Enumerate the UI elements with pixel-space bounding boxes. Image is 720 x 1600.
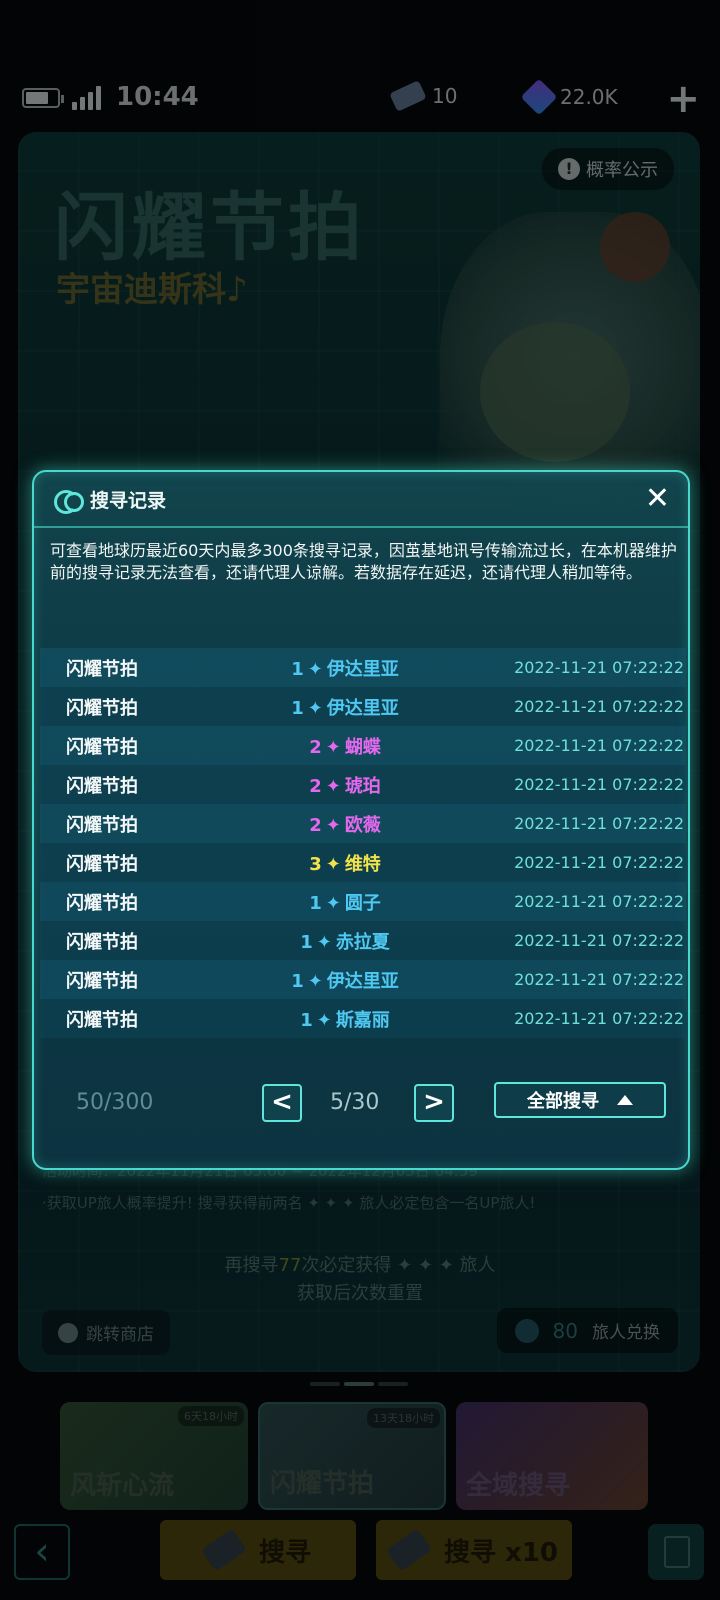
close-icon[interactable]: ✕ [645, 480, 670, 518]
table-row: 闪耀节拍 1 ✦ 伊达里亚 2022-11-21 07:22:22 [40, 960, 686, 999]
record-pool: 闪耀节拍 [66, 931, 138, 953]
record-name: 赤拉夏 [335, 931, 390, 953]
star-icon: ✦ [325, 853, 341, 875]
record-item: 1 ✦ 圆子 [230, 889, 460, 915]
dialog-footer: 50/300 < 5/30 > 全部搜寻 [34, 1082, 688, 1142]
record-name: 蝴蝶 [344, 736, 381, 758]
record-item: 1 ✦ 斯嘉丽 [230, 1006, 460, 1032]
table-row: 闪耀节拍 1 ✦ 圆子 2022-11-21 07:22:22 [40, 882, 686, 921]
record-item: 3 ✦ 维特 [230, 850, 460, 876]
record-rarity: 2 [309, 775, 322, 797]
record-time: 2022-11-21 07:22:22 [514, 931, 684, 950]
record-name: 维特 [344, 853, 381, 875]
record-pool: 闪耀节拍 [66, 697, 138, 719]
star-icon: ✦ [307, 658, 323, 680]
record-rarity: 1 [291, 658, 304, 680]
table-row: 闪耀节拍 1 ✦ 赤拉夏 2022-11-21 07:22:22 [40, 921, 686, 960]
record-time: 2022-11-21 07:22:22 [514, 1009, 684, 1028]
record-time: 2022-11-21 07:22:22 [514, 892, 684, 911]
record-rarity: 1 [300, 1009, 313, 1031]
search-record-dialog: 搜寻记录 ✕ 可查看地球历最近60天内最多300条搜寻记录，因茧基地讯号传输流过… [32, 470, 690, 1170]
record-rarity: 2 [309, 814, 322, 836]
record-item: 1 ✦ 伊达里亚 [230, 655, 460, 681]
record-pool: 闪耀节拍 [66, 853, 138, 875]
dialog-description: 可查看地球历最近60天内最多300条搜寻记录，因茧基地讯号传输流过长，在本机器维… [50, 541, 677, 582]
record-count: 50/300 [76, 1090, 154, 1115]
star-icon: ✦ [325, 736, 341, 758]
record-name: 斯嘉丽 [335, 1009, 390, 1031]
table-row: 闪耀节拍 2 ✦ 欧薇 2022-11-21 07:22:22 [40, 804, 686, 843]
record-time: 2022-11-21 07:22:22 [514, 736, 684, 755]
record-rarity: 1 [291, 970, 304, 992]
record-rarity: 2 [309, 736, 322, 758]
record-item: 1 ✦ 赤拉夏 [230, 928, 460, 954]
record-item: 1 ✦ 伊达里亚 [230, 694, 460, 720]
record-item: 2 ✦ 欧薇 [230, 811, 460, 837]
table-row: 闪耀节拍 1 ✦ 伊达里亚 2022-11-21 07:22:22 [40, 687, 686, 726]
record-pool: 闪耀节拍 [66, 970, 138, 992]
record-item: 2 ✦ 蝴蝶 [230, 733, 460, 759]
record-time: 2022-11-21 07:22:22 [514, 775, 684, 794]
chevron-up-icon [617, 1095, 633, 1105]
star-icon: ✦ [325, 775, 341, 797]
table-row: 闪耀节拍 2 ✦ 蝴蝶 2022-11-21 07:22:22 [40, 726, 686, 765]
record-item: 1 ✦ 伊达里亚 [230, 967, 460, 993]
record-rarity: 1 [300, 931, 313, 953]
record-item: 2 ✦ 琥珀 [230, 772, 460, 798]
table-row: 闪耀节拍 2 ✦ 琥珀 2022-11-21 07:22:22 [40, 765, 686, 804]
star-icon: ✦ [325, 814, 341, 836]
record-name: 伊达里亚 [326, 970, 399, 992]
record-time: 2022-11-21 07:22:22 [514, 658, 684, 677]
star-icon: ✦ [307, 697, 323, 719]
star-icon: ✦ [307, 970, 323, 992]
record-rarity: 1 [309, 892, 322, 914]
record-time: 2022-11-21 07:22:22 [514, 814, 684, 833]
record-time: 2022-11-21 07:22:22 [514, 853, 684, 872]
star-icon: ✦ [316, 931, 332, 953]
record-pool: 闪耀节拍 [66, 1009, 138, 1031]
record-pool: 闪耀节拍 [66, 736, 138, 758]
filter-dropdown[interactable]: 全部搜寻 [494, 1082, 666, 1118]
page-indicator: 5/30 [330, 1090, 380, 1115]
record-name: 伊达里亚 [326, 658, 399, 680]
table-row: 闪耀节拍 1 ✦ 斯嘉丽 2022-11-21 07:22:22 [40, 999, 686, 1038]
record-icon [54, 488, 84, 514]
next-page-button[interactable]: > [414, 1084, 454, 1122]
record-rarity: 3 [309, 853, 322, 875]
record-name: 琥珀 [344, 775, 381, 797]
record-name: 欧薇 [344, 814, 381, 836]
record-name: 圆子 [344, 892, 381, 914]
prev-page-button[interactable]: < [262, 1084, 302, 1122]
dialog-title: 搜寻记录 [90, 490, 167, 512]
record-time: 2022-11-21 07:22:22 [514, 970, 684, 989]
record-pool: 闪耀节拍 [66, 892, 138, 914]
record-name: 伊达里亚 [326, 697, 399, 719]
record-time: 2022-11-21 07:22:22 [514, 697, 684, 716]
dialog-header: 搜寻记录 ✕ [34, 472, 688, 528]
table-row: 闪耀节拍 3 ✦ 维特 2022-11-21 07:22:22 [40, 843, 686, 882]
record-pool: 闪耀节拍 [66, 775, 138, 797]
star-icon: ✦ [316, 1009, 332, 1031]
record-list: 闪耀节拍 1 ✦ 伊达里亚 2022-11-21 07:22:22 闪耀节拍 1 ✦ 伊达里亚 2… [40, 648, 686, 1038]
table-row: 闪耀节拍 1 ✦ 伊达里亚 2022-11-21 07:22:22 [40, 648, 686, 687]
star-icon: ✦ [325, 892, 341, 914]
record-pool: 闪耀节拍 [66, 814, 138, 836]
record-pool: 闪耀节拍 [66, 658, 138, 680]
record-rarity: 1 [291, 697, 304, 719]
